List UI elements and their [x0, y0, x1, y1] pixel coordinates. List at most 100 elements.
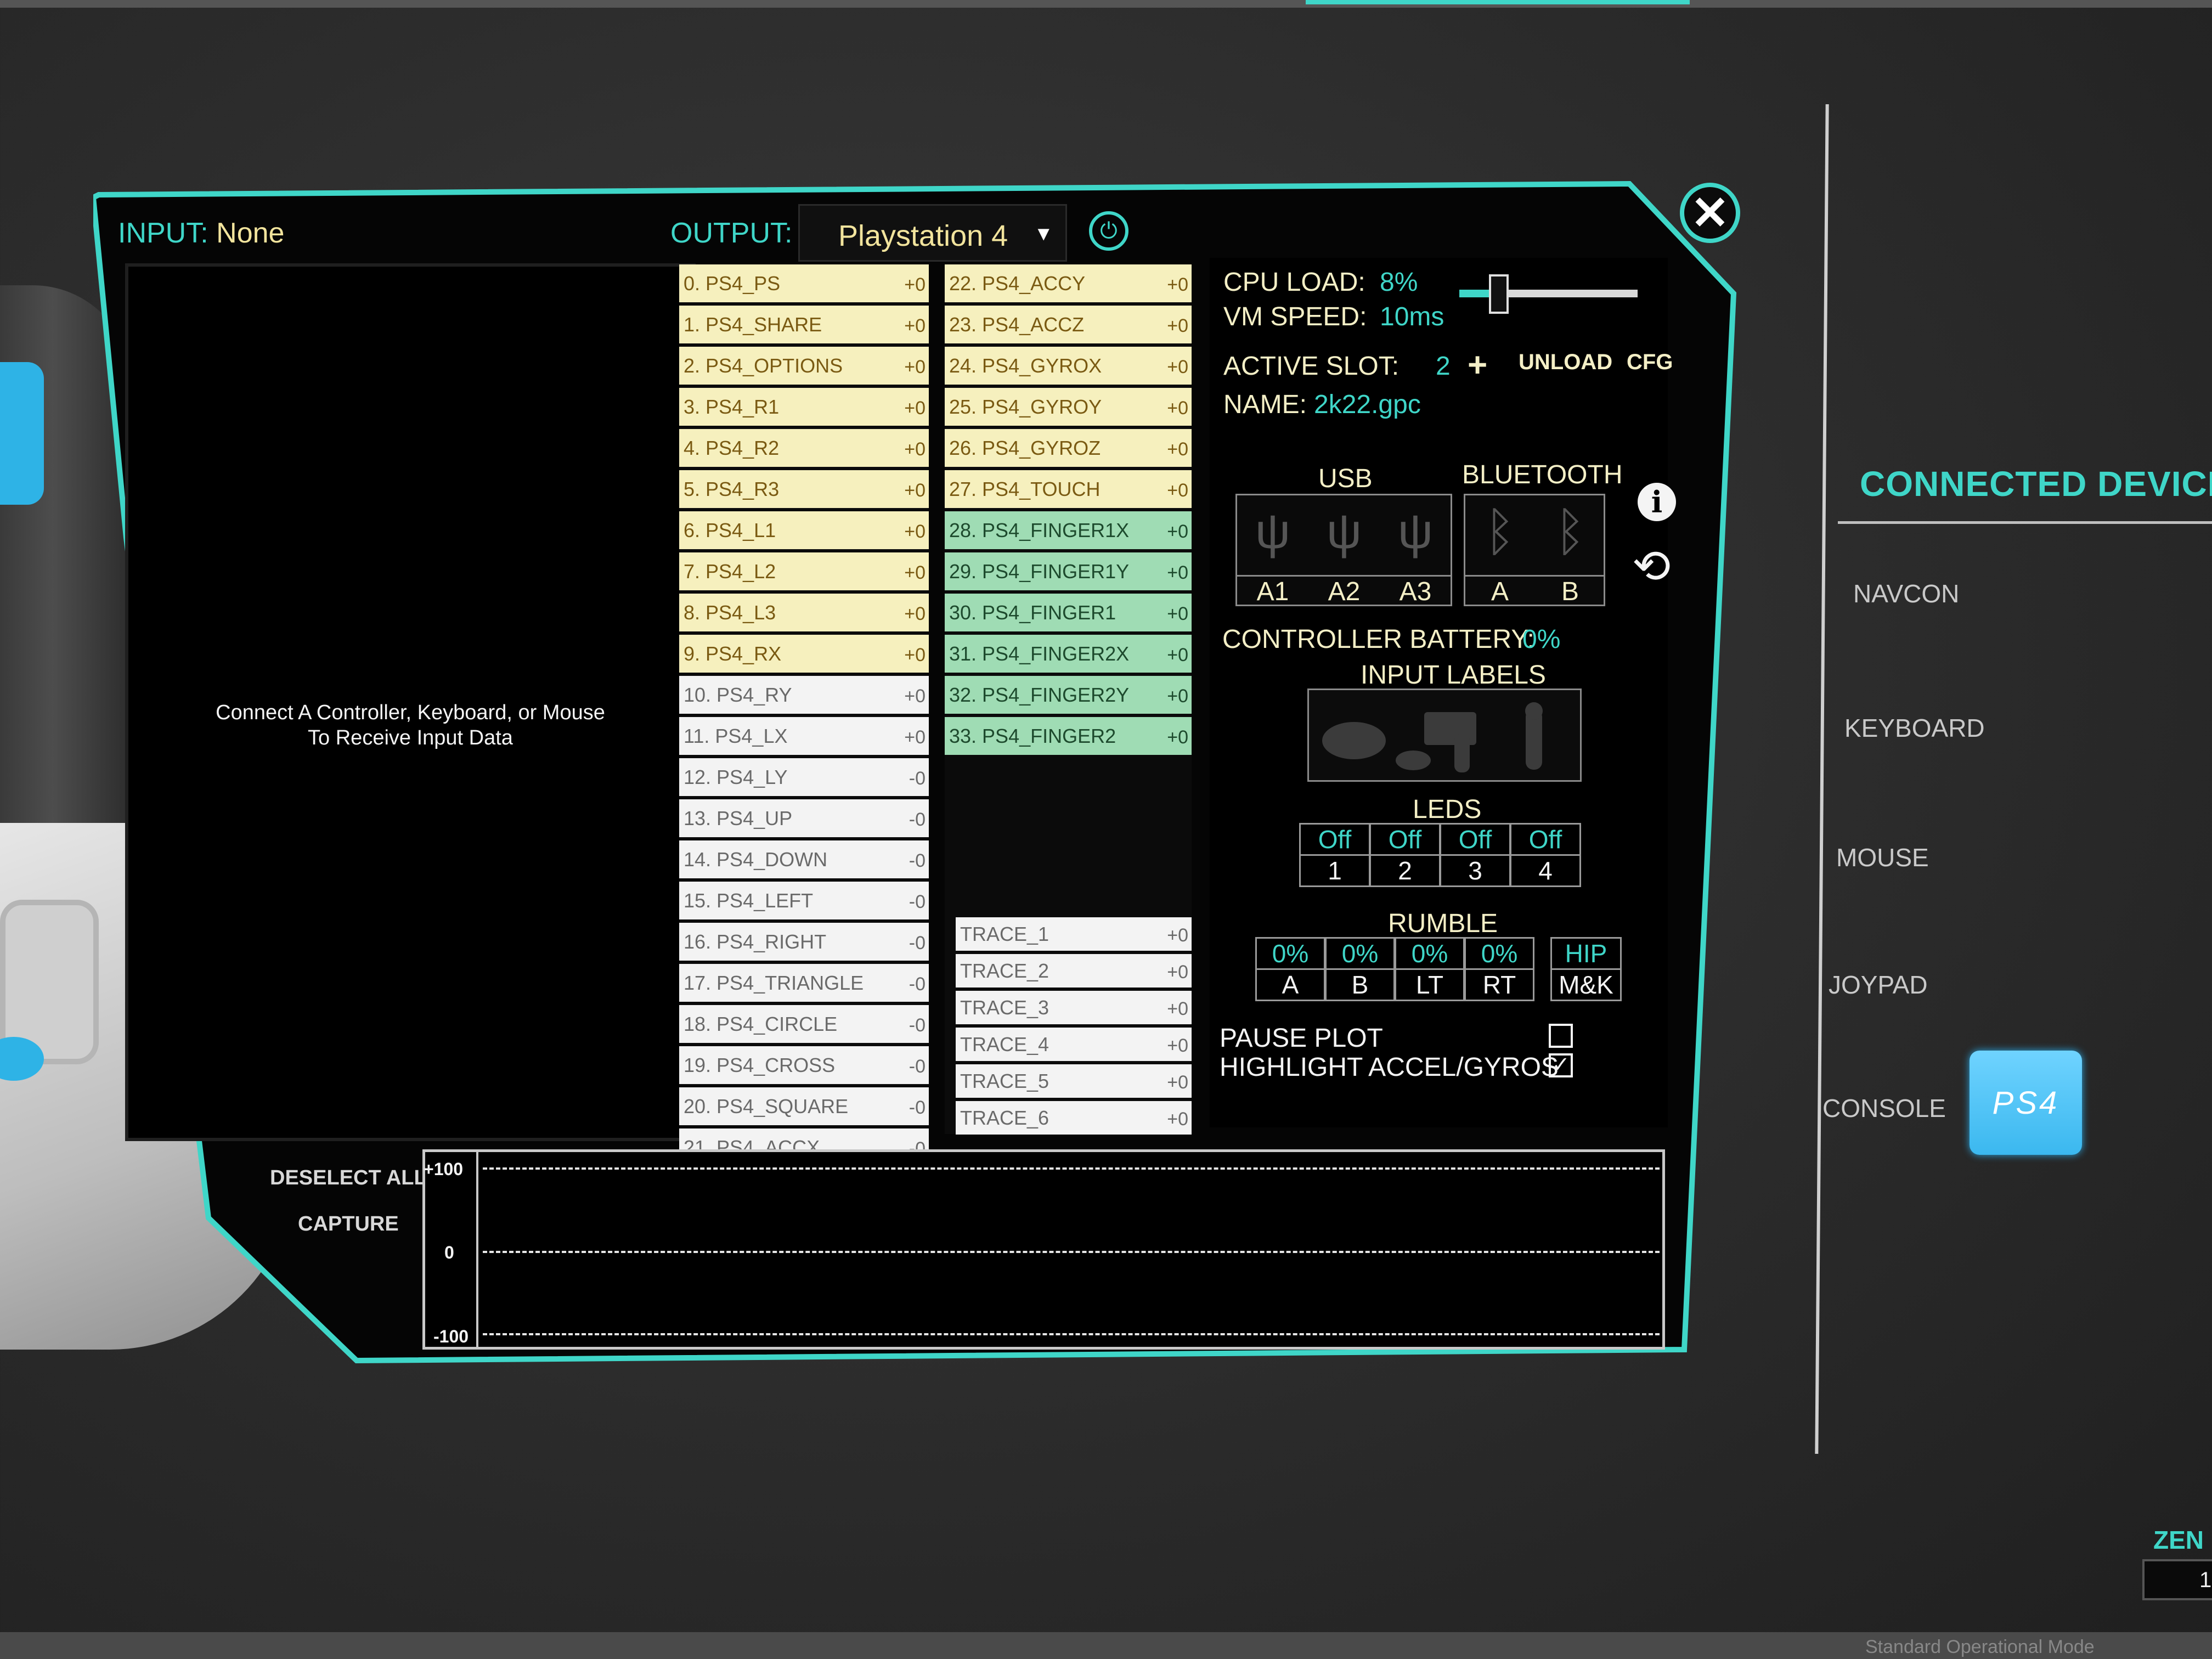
- pause-plot-checkbox[interactable]: [1549, 1024, 1573, 1048]
- output-row[interactable]: 17. PS4_TRIANGLE -0: [679, 964, 929, 1003]
- output-row-label: 6. PS4_L1: [684, 518, 776, 541]
- plot-line-bottom: [483, 1333, 1660, 1335]
- output-row[interactable]: 14. PS4_DOWN -0: [679, 840, 929, 880]
- refresh-icon[interactable]: ⟲: [1632, 543, 1671, 589]
- output-row[interactable]: 24. PS4_GYROX +0: [945, 347, 1192, 386]
- hip-button[interactable]: HIP: [1550, 937, 1622, 970]
- output-row[interactable]: 32. PS4_FINGER2Y +0: [945, 676, 1192, 715]
- capture-button[interactable]: CAPTURE: [298, 1212, 399, 1236]
- sidebar-item-keyboard[interactable]: KEYBOARD: [1844, 713, 1985, 743]
- output-row[interactable]: 22. PS4_ACCY +0: [945, 264, 1192, 304]
- usb-port-a3[interactable]: A3: [1380, 575, 1451, 607]
- vm-speed-slider-thumb[interactable]: [1488, 274, 1509, 314]
- output-row[interactable]: 26. PS4_GYROZ +0: [945, 429, 1192, 469]
- sidebar-item-console[interactable]: CONSOLE: [1822, 1093, 1946, 1123]
- console-ps4-tile[interactable]: PS4: [1970, 1051, 2082, 1155]
- output-row[interactable]: 33. PS4_FINGER2 +0: [945, 717, 1192, 757]
- output-row[interactable]: 29. PS4_FINGER1Y +0: [945, 552, 1192, 592]
- output-row[interactable]: 20. PS4_SQUARE -0: [679, 1087, 929, 1127]
- bluetooth-port-b[interactable]: B: [1535, 575, 1605, 607]
- output-row[interactable]: 10. PS4_RY +0: [679, 676, 929, 715]
- rumble-b-value[interactable]: 0%: [1325, 937, 1395, 970]
- output-row[interactable]: 11. PS4_LX +0: [679, 717, 929, 757]
- trace-row-label: TRACE_2: [960, 959, 1049, 982]
- led-1-state[interactable]: Off: [1299, 823, 1370, 856]
- output-row[interactable]: 25. PS4_GYROY +0: [945, 388, 1192, 427]
- output-row[interactable]: 6. PS4_L1 +0: [679, 511, 929, 551]
- output-row[interactable]: 30. PS4_FINGER1 +0: [945, 594, 1192, 633]
- trace-row-label: TRACE_4: [960, 1032, 1049, 1056]
- unload-button[interactable]: UNLOAD: [1519, 350, 1612, 375]
- output-row[interactable]: 19. PS4_CROSS -0: [679, 1046, 929, 1086]
- cfg-button[interactable]: CFG: [1627, 350, 1673, 375]
- output-row[interactable]: 0. PS4_PS +0: [679, 264, 929, 304]
- slot-increment-button[interactable]: +: [1468, 346, 1487, 385]
- rumble-rt-value[interactable]: 0%: [1464, 937, 1534, 970]
- led-4-state[interactable]: Off: [1510, 823, 1581, 856]
- led-3-state[interactable]: Off: [1440, 823, 1511, 856]
- led-2-state[interactable]: Off: [1369, 823, 1441, 856]
- output-row[interactable]: 5. PS4_R3 +0: [679, 470, 929, 510]
- output-row[interactable]: 9. PS4_RX +0: [679, 635, 929, 674]
- usb-port-a1[interactable]: A1: [1237, 575, 1308, 607]
- power-icon[interactable]: ⏻: [1089, 211, 1128, 251]
- sidebar-item-joypad[interactable]: JOYPAD: [1829, 970, 1928, 1000]
- output-row[interactable]: 16. PS4_RIGHT -0: [679, 923, 929, 962]
- trace-row[interactable]: TRACE_3 +0: [956, 991, 1192, 1026]
- output-row[interactable]: 7. PS4_L2 +0: [679, 552, 929, 592]
- output-row-value: -0: [909, 1015, 926, 1036]
- output-row[interactable]: 23. PS4_ACCZ +0: [945, 306, 1192, 345]
- output-row[interactable]: 15. PS4_LEFT -0: [679, 882, 929, 921]
- trace-row[interactable]: TRACE_4 +0: [956, 1028, 1192, 1063]
- plot-tick-bot: -100: [433, 1327, 469, 1346]
- output-row[interactable]: 13. PS4_UP -0: [679, 799, 929, 839]
- input-labels-title: INPUT LABELS: [1361, 661, 1546, 690]
- output-row[interactable]: 8. PS4_L3 +0: [679, 594, 929, 633]
- sidebar-item-mouse[interactable]: MOUSE: [1836, 843, 1929, 872]
- status-bar-text: Standard Operational Mode: [1865, 1637, 2095, 1657]
- output-row-value: +0: [904, 686, 926, 707]
- usb-port-a2[interactable]: A2: [1308, 575, 1380, 607]
- active-slot-value: 2: [1436, 352, 1451, 381]
- trace-row[interactable]: TRACE_1 +0: [956, 917, 1192, 952]
- output-select[interactable]: Playstation 4 ▼: [798, 204, 1067, 262]
- close-window-button[interactable]: ✕: [1680, 183, 1740, 243]
- highlight-accel-gyros-checkbox[interactable]: ✓: [1549, 1053, 1573, 1077]
- output-row-label: 33. PS4_FINGER2: [949, 724, 1116, 747]
- output-row-value: +0: [1167, 686, 1188, 707]
- output-row[interactable]: 28. PS4_FINGER1X +0: [945, 511, 1192, 551]
- output-row[interactable]: 1. PS4_SHARE +0: [679, 306, 929, 345]
- output-row-value: -0: [909, 933, 926, 953]
- output-row-value: -0: [909, 809, 926, 830]
- output-row[interactable]: 18. PS4_CIRCLE -0: [679, 1005, 929, 1045]
- mk-button[interactable]: M&K: [1550, 968, 1622, 1001]
- output-row[interactable]: 31. PS4_FINGER2X +0: [945, 635, 1192, 674]
- trace-row[interactable]: TRACE_6 +0: [956, 1101, 1192, 1136]
- output-row-label: 0. PS4_PS: [684, 272, 781, 295]
- output-row[interactable]: 3. PS4_R1 +0: [679, 388, 929, 427]
- info-icon[interactable]: i: [1638, 483, 1676, 521]
- trace-row[interactable]: TRACE_5 +0: [956, 1064, 1192, 1099]
- trace-row-value: +0: [1167, 1035, 1188, 1056]
- rumble-lt-value[interactable]: 0%: [1395, 937, 1465, 970]
- output-row-label: 20. PS4_SQUARE: [684, 1094, 849, 1118]
- trace-row[interactable]: TRACE_2 +0: [956, 954, 1192, 989]
- input-labels-selector[interactable]: [1307, 689, 1582, 782]
- deselect-all-button[interactable]: DESELECT ALL: [270, 1166, 427, 1190]
- usb-icon: ψ: [1255, 504, 1291, 559]
- output-row-label: 30. PS4_FINGER1: [949, 601, 1116, 624]
- pause-plot-label: PAUSE PLOT: [1220, 1024, 1383, 1053]
- output-row-value: +0: [904, 357, 926, 377]
- output-row-value: -0: [909, 768, 926, 789]
- output-row[interactable]: 4. PS4_R2 +0: [679, 429, 929, 469]
- rumble-a-value[interactable]: 0%: [1255, 937, 1325, 970]
- sidebar-item-navcon[interactable]: NAVCON: [1853, 579, 1959, 608]
- script-name-value: 2k22.gpc: [1314, 390, 1421, 419]
- output-row-value: +0: [904, 480, 926, 501]
- output-row[interactable]: 2. PS4_OPTIONS +0: [679, 347, 929, 386]
- output-row[interactable]: 12. PS4_LY -0: [679, 758, 929, 798]
- output-row[interactable]: 27. PS4_TOUCH +0: [945, 470, 1192, 510]
- input-label: INPUT:: [118, 217, 208, 249]
- zen-label: ZEN: [2153, 1526, 2204, 1554]
- bluetooth-port-a[interactable]: A: [1465, 575, 1535, 607]
